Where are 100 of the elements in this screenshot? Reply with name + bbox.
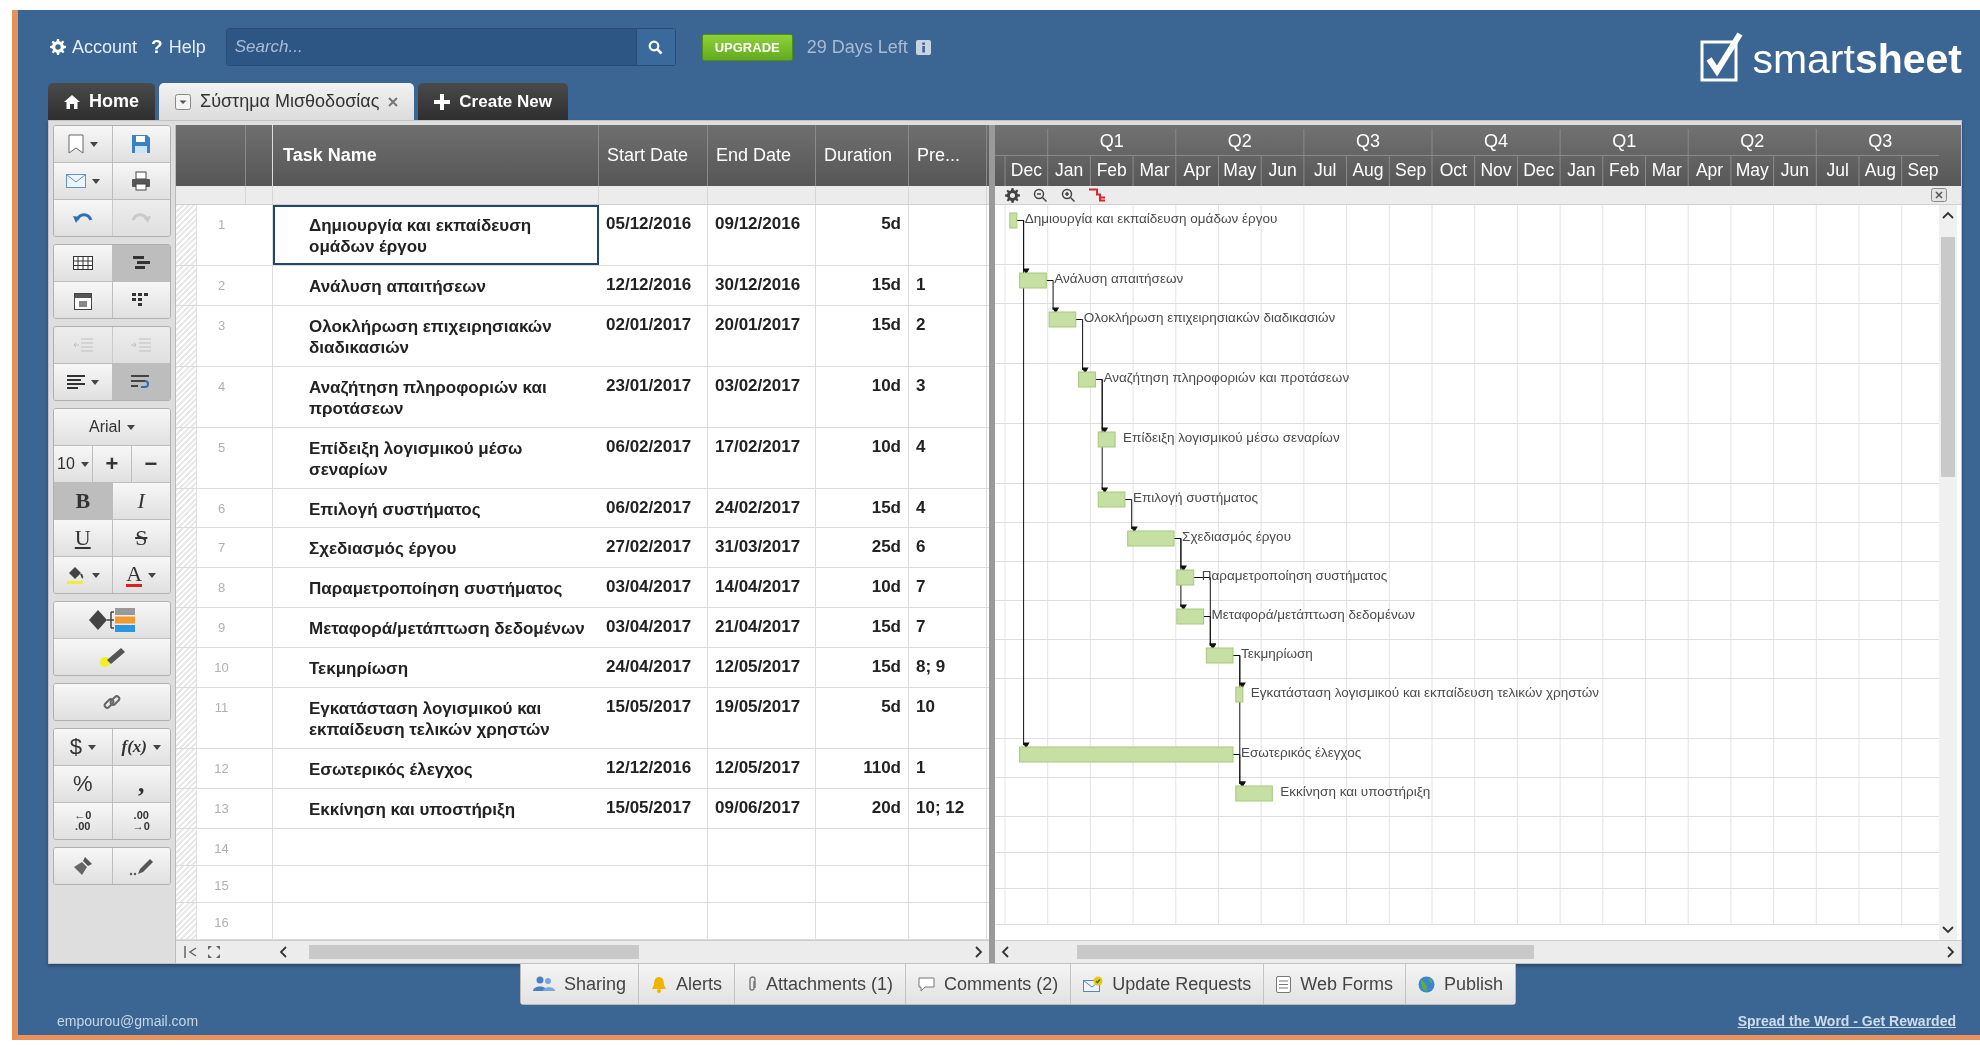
- row-handle[interactable]: [176, 829, 197, 865]
- underline-button[interactable]: U: [54, 520, 112, 556]
- color-button[interactable]: A: [111, 557, 170, 593]
- scrollbar-thumb[interactable]: [1941, 237, 1955, 477]
- row-handle[interactable]: [176, 608, 197, 648]
- gantt-button[interactable]: [111, 245, 170, 281]
- calendar-button[interactable]: [54, 282, 112, 318]
- alerts-tab[interactable]: Alerts: [638, 964, 735, 1004]
- scrollbar-thumb[interactable]: [1077, 945, 1534, 959]
- help-link[interactable]: ? Help: [151, 36, 206, 58]
- fill-button[interactable]: [54, 557, 112, 593]
- gantt-bar[interactable]: [1205, 647, 1234, 664]
- task-name-cell[interactable]: Επιλογή συστήματος: [273, 488, 599, 528]
- column-header[interactable]: Pre...: [909, 125, 987, 186]
- task-name-cell[interactable]: Τεκμηρίωση: [273, 648, 599, 688]
- clear-button[interactable]: [54, 848, 112, 884]
- tab[interactable]: Create New: [418, 83, 568, 120]
- critical-path-icon[interactable]: [1089, 188, 1105, 202]
- bold-button[interactable]: B: [54, 483, 112, 519]
- vertical-scrollbar[interactable]: [1939, 205, 1957, 940]
- gantt-bar[interactable]: [1009, 212, 1018, 229]
- row-handle[interactable]: [176, 488, 197, 528]
- decimals-button[interactable]: ←0 .00: [54, 803, 112, 839]
- strike-button[interactable]: S: [111, 520, 170, 556]
- task-name-cell[interactable]: Εγκατάσταση λογισμικού και εκπαίδευση τελικών χρηστών: [273, 688, 599, 749]
- envelope-button[interactable]: [54, 163, 112, 199]
- printer-button[interactable]: [111, 163, 170, 199]
- column-header[interactable]: Duration: [816, 125, 909, 186]
- grid-button[interactable]: [54, 245, 112, 281]
- zoom-out-icon[interactable]: [1033, 187, 1048, 203]
- forms-tab[interactable]: Web Forms: [1263, 964, 1405, 1004]
- scroll-right-icon[interactable]: [1947, 946, 1955, 958]
- referral-link[interactable]: Spread the Word - Get Rewarded: [1737, 1013, 1956, 1029]
- task-name-cell[interactable]: Σχεδιασμός έργου: [273, 528, 599, 568]
- comments-tab[interactable]: Comments (2): [905, 964, 1071, 1004]
- row-handle[interactable]: [176, 688, 197, 749]
- gantt-bar[interactable]: [1235, 785, 1273, 802]
- gantt-bar[interactable]: [1097, 431, 1116, 448]
- minus-button[interactable]: −: [131, 446, 170, 482]
- scroll-left-icon[interactable]: [1001, 946, 1009, 958]
- italic-button[interactable]: I: [111, 483, 170, 519]
- column-header[interactable]: Task Name: [273, 125, 599, 186]
- task-name-cell[interactable]: Εσωτερικός έλεγχος: [273, 749, 599, 789]
- settings-icon[interactable]: [1005, 187, 1020, 203]
- tab[interactable]: Σύστημα Μισθοδοσίας: [159, 83, 415, 120]
- gantt-bar[interactable]: [1235, 686, 1244, 703]
- row-handle[interactable]: [176, 568, 197, 608]
- size-button[interactable]: 10: [54, 446, 92, 482]
- column-header[interactable]: Start Date: [599, 125, 708, 186]
- scroll-up-icon[interactable]: [1942, 211, 1954, 219]
- task-name-cell[interactable]: Μεταφορά/μετάπτωση δεδομένων: [273, 608, 599, 648]
- sharing-tab[interactable]: Sharing: [521, 964, 639, 1004]
- zoom-in-icon[interactable]: [1061, 187, 1076, 203]
- percent-button[interactable]: %: [54, 766, 112, 802]
- scroll-down-icon[interactable]: [1942, 926, 1954, 934]
- task-name-cell[interactable]: Ολοκλήρωση επιχειρησιακών διαδικασιών: [273, 305, 599, 366]
- scrollbar-thumb[interactable]: [309, 945, 639, 959]
- scroll-right-icon[interactable]: [975, 946, 983, 958]
- formula-button[interactable]: f(x): [111, 729, 170, 765]
- currency-button[interactable]: $: [54, 729, 112, 765]
- row-handle[interactable]: [176, 305, 197, 366]
- collapse-columns-icon[interactable]: [184, 946, 198, 958]
- row-handle[interactable]: [176, 204, 197, 265]
- gantt-bar[interactable]: [1127, 530, 1175, 547]
- close-icon[interactable]: [1931, 188, 1947, 202]
- row-handle[interactable]: [176, 528, 197, 568]
- link-button[interactable]: [54, 684, 170, 720]
- task-name-cell[interactable]: Ανάλυση απαιτήσεων: [273, 265, 599, 305]
- highlight-button[interactable]: [54, 639, 170, 675]
- task-name-cell[interactable]: Αναζήτηση πληροφοριών και προτάσεων: [273, 366, 599, 427]
- requests-tab[interactable]: Update Requests: [1070, 964, 1264, 1004]
- tab[interactable]: Home: [48, 83, 155, 120]
- undo-button[interactable]: [54, 200, 112, 236]
- row-handle[interactable]: [176, 265, 197, 305]
- row-handle[interactable]: [176, 648, 197, 688]
- scroll-left-icon[interactable]: [279, 946, 287, 958]
- attachments-tab[interactable]: Attachments (1): [734, 964, 906, 1004]
- row-handle[interactable]: [176, 427, 197, 488]
- gantt-bar[interactable]: [1019, 746, 1234, 763]
- row-handle[interactable]: [176, 866, 197, 902]
- comma-button[interactable]: ,: [111, 766, 170, 802]
- info-icon[interactable]: [915, 39, 931, 55]
- gantt-bar[interactable]: [1176, 608, 1205, 625]
- row-handle[interactable]: [176, 903, 197, 939]
- font-button[interactable]: Arial: [54, 409, 170, 445]
- account-link[interactable]: Account: [50, 36, 138, 58]
- gantt-bar[interactable]: [1176, 569, 1195, 586]
- row-handle[interactable]: [176, 749, 197, 789]
- row-handle[interactable]: [176, 366, 197, 427]
- row-handle[interactable]: [176, 789, 197, 828]
- task-name-cell[interactable]: Εκκίνηση και υποστήριξη: [273, 789, 599, 828]
- expand-icon[interactable]: [208, 946, 220, 958]
- gantt-bar[interactable]: [1078, 371, 1096, 388]
- close-icon[interactable]: [388, 96, 399, 107]
- gantt-bar[interactable]: [1019, 272, 1047, 289]
- task-name-cell[interactable]: Επίδειξη λογισμικού μέσω σεναρίων: [273, 427, 599, 488]
- rules-button[interactable]: [54, 602, 170, 638]
- plus-button[interactable]: +: [92, 446, 131, 482]
- disk-button[interactable]: [111, 126, 170, 162]
- decimals-button[interactable]: .00 →0: [111, 803, 170, 839]
